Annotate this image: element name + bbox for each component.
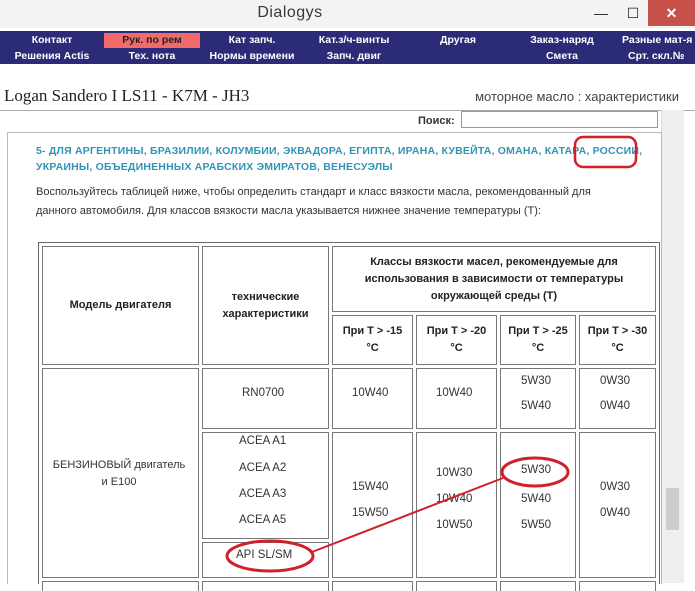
row1-t25-value-2: 5W40 <box>521 400 552 412</box>
row2-t30-value-2: 0W40 <box>600 507 631 519</box>
row2-t25-value-2: 5W40 <box>521 493 552 505</box>
col-header-tech-line-1: технические <box>231 290 300 303</box>
countries-line-2: УКРАИНЫ, ОБЪЕДИНЕННЫХ АРАБСКИХ ЭМИРАТОВ,… <box>36 161 393 173</box>
temp-15-line-1: При Т > -15 <box>342 325 403 337</box>
close-button[interactable]: ✕ <box>648 0 695 26</box>
countries-note: 5- ДЛЯ АРГЕНТИНЫ, БРАЗИЛИИ, КОЛУМБИИ, ЭК… <box>36 143 646 175</box>
row2-t15-value-2: 15W50 <box>352 507 389 519</box>
vehicle-title: Logan Sandero I LS11 - K7M - JH3 <box>4 86 250 105</box>
oil-viscosity-table: Модель двигателя технические характерист… <box>38 242 660 591</box>
row2-t25-value-1: 5W30 <box>521 464 552 476</box>
menu-item-labor-times[interactable]: Нормы времени <box>204 49 300 64</box>
temp-15-line-2: °С <box>366 342 379 354</box>
window-title: Dialogys <box>257 4 323 21</box>
countries-line-1: 5- ДЛЯ АРГЕНТИНЫ, БРАЗИЛИИ, КОЛУМБИИ, ЭК… <box>36 145 643 157</box>
row1-t15-value: 10W40 <box>352 387 389 399</box>
search-label: Поиск: <box>418 115 455 127</box>
col-header-temp-25: При Т > -25 °С <box>500 315 576 365</box>
row2-t20-cell <box>416 432 497 578</box>
row1-t30-value-1: 0W30 <box>600 375 631 387</box>
acea-a5: ACEA A5 <box>239 514 287 526</box>
row1-t25-value-1: 5W30 <box>521 375 552 387</box>
row2-t30-value-1: 0W30 <box>600 481 631 493</box>
temp-20-line-1: При Т > -20 <box>426 325 487 337</box>
row2-t15-cell <box>332 432 413 578</box>
section-title: моторное масло : характеристики <box>475 89 679 104</box>
menu-item-estimate[interactable]: Смета <box>512 49 612 64</box>
col-header-classes-line-1: Классы вязкости масел, рекомендуемые для <box>370 255 618 268</box>
acea-a3: ACEA A3 <box>239 488 287 500</box>
engine-model: БЕНЗИНОВЫЙ двигатель и E100 <box>38 457 200 491</box>
menu-item-actis[interactable]: Решения Actis <box>4 49 100 64</box>
acea-a2: ACEA A2 <box>239 462 287 474</box>
row1-t30-value-2: 0W40 <box>600 400 631 412</box>
menu-item-screws-catalog[interactable]: Кат.з/ч-винты <box>304 33 404 48</box>
intro-line-1: Воспользуйтесь таблицей ниже, чтобы опре… <box>36 186 591 198</box>
menu-item-misc-materials[interactable]: Разные мат-я <box>616 33 695 48</box>
acea-a1: ACEA A1 <box>239 435 287 447</box>
row2-t20-value-2: 10W40 <box>436 493 473 505</box>
col-header-tech: технические характеристики <box>202 246 329 365</box>
menu-item-repair-manual[interactable]: Рук. по рем <box>104 33 200 48</box>
row2-t25-cell <box>500 432 576 578</box>
intro-line-2: данного автомобиля. Для классов вязкости… <box>36 205 541 217</box>
col-header-classes-line-3: окружающей среды (T) <box>430 289 558 302</box>
window-titlebar: Dialogys — ☐ ✕ <box>0 0 695 28</box>
col-header-tech-line-2: характеристики <box>222 307 309 320</box>
col-header-classes-line-2: использования в зависимости от температу… <box>364 272 624 285</box>
minimize-button[interactable]: — <box>584 0 618 26</box>
menu-item-other[interactable]: Другая <box>408 33 508 48</box>
temp-20-line-2: °С <box>450 342 463 354</box>
temp-25-line-1: При Т > -25 <box>508 325 568 337</box>
temp-25-line-2: °С <box>531 342 545 354</box>
scrollbar-thumb[interactable] <box>666 488 679 530</box>
row2-t15-value-1: 15W40 <box>352 481 389 493</box>
col-header-classes: Классы вязкости масел, рекомендуемые для… <box>332 246 656 312</box>
api-sl-sm: API SL/SM <box>236 549 293 561</box>
search-input[interactable] <box>461 111 658 128</box>
temp-30-line-1: При Т > -30 <box>587 325 648 337</box>
temp-30-line-2: °С <box>611 342 624 354</box>
menu-item-engine-parts[interactable]: Запч. двиг <box>304 49 404 64</box>
maximize-button[interactable]: ☐ <box>618 0 648 26</box>
menu-item-contact[interactable]: Контакт <box>4 33 100 48</box>
col-header-engine: Модель двигателя <box>42 246 199 365</box>
row2-t20-value-3: 10W50 <box>436 519 473 531</box>
engine-model-line-1: БЕНЗИНОВЫЙ двигатель <box>52 459 186 471</box>
row1-t20-value: 10W40 <box>436 387 473 399</box>
row2-t30-cell <box>579 432 656 578</box>
col-header-temp-20: При Т > -20 °С <box>416 315 497 365</box>
row2-t25-value-3: 5W50 <box>521 519 552 531</box>
spec-rn0700: RN0700 <box>242 387 285 399</box>
menu-item-work-order[interactable]: Заказ-наряд <box>512 33 612 48</box>
engine-model-line-2: и E100 <box>101 476 137 488</box>
menu-item-parts-catalog[interactable]: Кат запч. <box>204 33 300 48</box>
menu-item-warehouse[interactable]: Срт. скл.№ <box>616 49 695 64</box>
intro-text: Воспользуйтесь таблицей ниже, чтобы опре… <box>36 183 646 221</box>
col-header-temp-30: При Т > -30 °С <box>579 315 656 365</box>
row2-t20-value-1: 10W30 <box>436 467 473 479</box>
col-header-temp-15: При Т > -15 °С <box>332 315 413 365</box>
menu-item-tech-note[interactable]: Тех. нота <box>104 49 200 64</box>
